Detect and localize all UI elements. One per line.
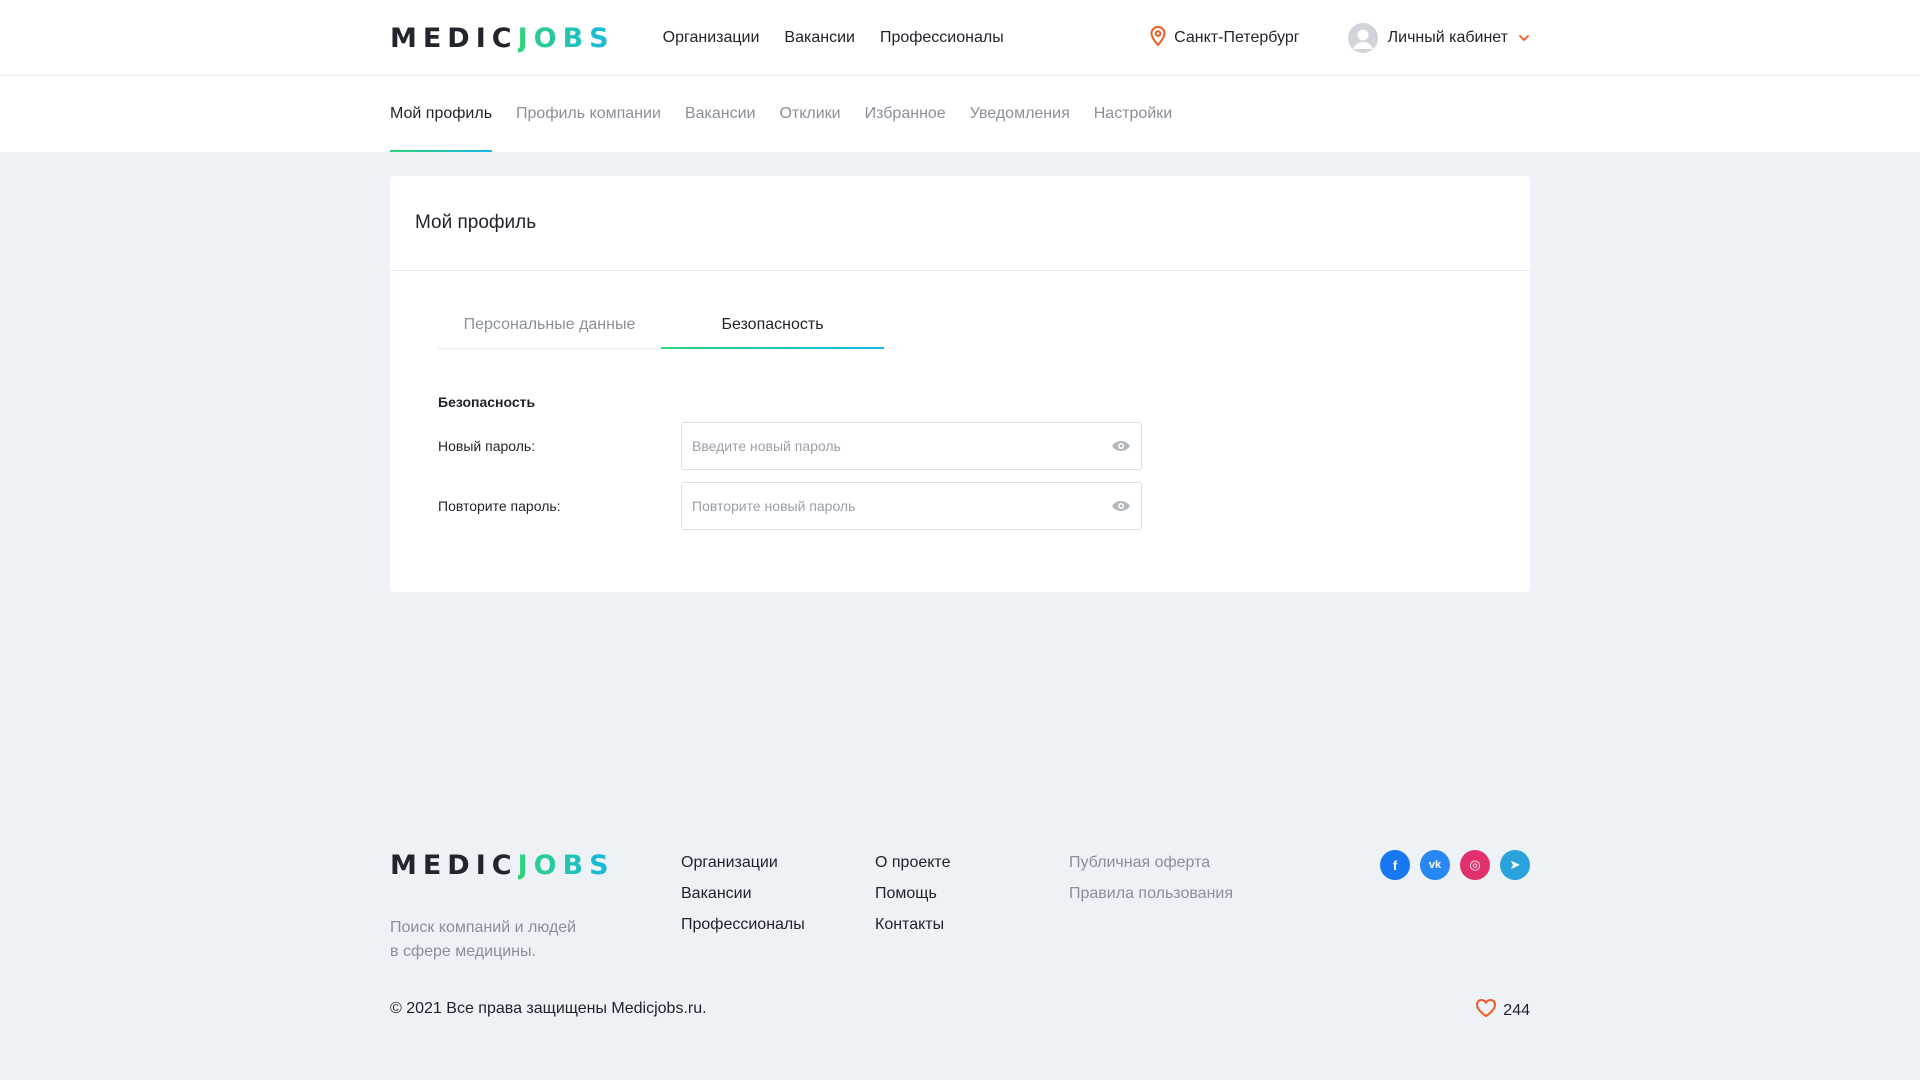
subnav-notifications[interactable]: Уведомления bbox=[970, 76, 1070, 152]
eye-icon[interactable] bbox=[1111, 440, 1131, 452]
repeat-password-row: Повторите пароль: bbox=[438, 482, 1530, 530]
site-footer: MEDIC JOBS Поиск компаний и людей в сфере… bbox=[0, 840, 1920, 1030]
subnav-vacancies[interactable]: Вакансии bbox=[685, 76, 756, 152]
footer-col-2: О проекте Помощь Контакты bbox=[875, 854, 950, 934]
new-password-row: Новый пароль: bbox=[438, 422, 1530, 470]
profile-tabs: Персональные данные Безопасность bbox=[438, 301, 884, 349]
tab-personal-data[interactable]: Персональные данные bbox=[438, 301, 661, 348]
likes-count: 244 bbox=[1503, 1001, 1530, 1019]
nav-vacancies[interactable]: Вакансии bbox=[784, 29, 855, 47]
footer-link-professionals[interactable]: Профессионалы bbox=[681, 916, 805, 934]
avatar-icon bbox=[1347, 23, 1378, 53]
footer-link-terms[interactable]: Правила пользования bbox=[1069, 885, 1233, 903]
city-label: Санкт-Петербург bbox=[1174, 29, 1300, 46]
subnav-responses[interactable]: Отклики bbox=[779, 76, 840, 152]
footer-link-help[interactable]: Помощь bbox=[875, 885, 950, 903]
footer-col-3: Публичная оферта Правила пользования bbox=[1069, 854, 1233, 903]
account-label: Личный кабинет bbox=[1387, 29, 1508, 46]
chevron-down-icon bbox=[1518, 29, 1530, 47]
new-password-input[interactable] bbox=[692, 438, 1111, 454]
logo-medic: MEDIC bbox=[390, 850, 518, 881]
repeat-password-input[interactable] bbox=[692, 498, 1111, 514]
nav-professionals[interactable]: Профессионалы bbox=[880, 29, 1004, 47]
tagline-line-2: в сфере медицины. bbox=[390, 943, 536, 960]
footer-link-vacancies[interactable]: Вакансии bbox=[681, 885, 805, 903]
repeat-password-label: Повторите пароль: bbox=[438, 498, 561, 514]
subnav-company-profile[interactable]: Профиль компании bbox=[516, 76, 661, 152]
tab-security[interactable]: Безопасность bbox=[661, 301, 884, 349]
main-nav: Организации Вакансии Профессионалы bbox=[663, 29, 1004, 47]
logo-medic: MEDIC bbox=[390, 22, 518, 54]
profile-card: Мой профиль Персональные данные Безопасн… bbox=[390, 176, 1530, 592]
social-links: f vk ◎ ➤ bbox=[1380, 850, 1530, 880]
city-selector[interactable]: Санкт-Петербург bbox=[1150, 25, 1300, 51]
location-pin-icon bbox=[1150, 25, 1166, 51]
new-password-label: Новый пароль: bbox=[438, 438, 536, 454]
likes-counter[interactable]: 244 bbox=[1475, 998, 1530, 1023]
account-menu[interactable]: Личный кабинет bbox=[1347, 23, 1530, 53]
facebook-icon[interactable]: f bbox=[1380, 850, 1410, 880]
telegram-icon[interactable]: ➤ bbox=[1500, 850, 1530, 880]
subnav-settings[interactable]: Настройки bbox=[1094, 76, 1172, 152]
footer-link-offer[interactable]: Публичная оферта bbox=[1069, 854, 1233, 872]
tagline-line-1: Поиск компаний и людей bbox=[390, 919, 577, 936]
instagram-icon[interactable]: ◎ bbox=[1460, 850, 1490, 880]
footer-tagline: Поиск компаний и людей в сфере медицины. bbox=[390, 916, 610, 964]
nav-organizations[interactable]: Организации bbox=[663, 29, 760, 47]
section-title: Безопасность bbox=[438, 394, 536, 410]
heart-icon bbox=[1475, 998, 1497, 1023]
site-logo[interactable]: MEDIC JOBS bbox=[390, 23, 615, 54]
footer-link-about[interactable]: О проекте bbox=[875, 854, 950, 872]
footer-logo[interactable]: MEDIC JOBS bbox=[390, 850, 615, 881]
eye-icon[interactable] bbox=[1111, 500, 1131, 512]
repeat-password-wrap bbox=[681, 482, 1142, 530]
subnav-my-profile[interactable]: Мой профиль bbox=[390, 76, 493, 152]
footer-link-organizations[interactable]: Организации bbox=[681, 854, 805, 872]
new-password-wrap bbox=[681, 422, 1142, 470]
card-title: Мой профиль bbox=[390, 176, 1530, 271]
subnav-favorites[interactable]: Избранное bbox=[865, 76, 946, 152]
profile-subnav: Мой профиль Профиль компании Вакансии От… bbox=[0, 76, 1920, 152]
top-header: MEDIC JOBS Организации Вакансии Профессио… bbox=[0, 0, 1920, 76]
footer-col-1: Организации Вакансии Профессионалы bbox=[681, 854, 805, 934]
copyright: © 2021 Все права защищены Medicjobs.ru. bbox=[390, 1000, 707, 1017]
vk-icon[interactable]: vk bbox=[1420, 850, 1450, 880]
logo-jobs: JOBS bbox=[517, 850, 615, 881]
footer-link-contacts[interactable]: Контакты bbox=[875, 916, 950, 934]
logo-jobs: JOBS bbox=[517, 22, 615, 54]
